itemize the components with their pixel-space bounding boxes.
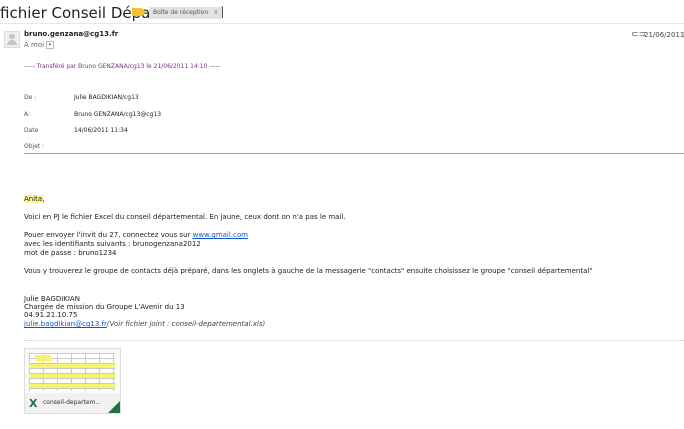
divider — [0, 23, 684, 24]
signature-email-link[interactable]: julie.bagdikian@cg13.fr — [24, 320, 107, 328]
subject-label: Objet : — [24, 143, 45, 150]
greeting-text: Anita, — [24, 195, 45, 203]
inbox-label[interactable]: Boîte de réception x — [149, 7, 222, 19]
signature-name: Julie BAGDIKIAN — [24, 295, 80, 303]
file-corner-icon — [108, 401, 120, 413]
sender-address[interactable]: bruno.genzana@cg13.fr — [24, 30, 118, 38]
signature-email-line: julie.bagdikian@cg13.fr(Voir fichier joi… — [24, 320, 265, 328]
show-details-icon[interactable]: ▾ — [46, 41, 55, 49]
header-rule — [24, 153, 684, 154]
body-line-text: Pouer envoyer l'invit du 27, connectez v… — [24, 231, 193, 239]
to-value: Bruno GENZANA/cg13@cg13 — [74, 111, 162, 118]
date-label: Date — [24, 127, 39, 134]
more-options-icon[interactable]: ⋮ — [680, 31, 684, 39]
body-line: Pouer envoyer l'invit du 27, connectez v… — [24, 231, 248, 239]
preview-highlight — [29, 374, 115, 378]
remove-label-icon[interactable]: x — [214, 9, 218, 16]
recipient-summary: À moi ▾ — [24, 41, 55, 49]
important-marker-icon[interactable] — [132, 8, 146, 16]
avatar[interactable] — [4, 31, 20, 48]
body-line: Voici en PJ le fichier Excel du conseil … — [24, 213, 346, 221]
from-label: De : — [24, 94, 37, 101]
signature-phone: 04.91.21.10.75 — [24, 311, 78, 319]
body-line: avec les identifiants suivants : brunoge… — [24, 240, 201, 248]
preview-highlight — [29, 384, 115, 388]
gmail-link[interactable]: www.gmail.com — [193, 231, 248, 239]
received-date: 21/06/2011 — [644, 31, 684, 39]
to-label: A: — [24, 111, 31, 118]
attachment-footer: X conseil-departem... — [25, 393, 120, 413]
excel-icon: X — [29, 397, 38, 410]
forwarded-line: ----- Transféré par Bruno GENZANA/cg13 l… — [24, 63, 221, 70]
inbox-label-text: Boîte de réception — [153, 9, 209, 16]
to-me-label: À moi — [24, 41, 45, 49]
attachment-note: (Voir fichier joint : conseil-departemen… — [106, 320, 266, 328]
attachment-filename: conseil-departem... — [43, 399, 102, 406]
attachment-divider — [24, 340, 684, 342]
signature-role: Chargée de mission du Groupe L'Avenir du… — [24, 303, 185, 311]
preview-highlight — [29, 364, 115, 368]
body-line: Vous y trouverez le groupe de contacts d… — [24, 267, 593, 275]
from-value: Julie BAGDIKIAN/cg13 — [74, 94, 139, 101]
greeting: Anita, — [24, 195, 45, 203]
attachment-card[interactable]: X conseil-departem... — [24, 348, 121, 414]
preview-highlight — [35, 355, 51, 361]
body-line: mot de passe : bruno1234 — [24, 249, 117, 257]
date-value: 14/06/2011 11:34 — [74, 127, 128, 134]
spreadsheet-preview — [29, 353, 115, 391]
